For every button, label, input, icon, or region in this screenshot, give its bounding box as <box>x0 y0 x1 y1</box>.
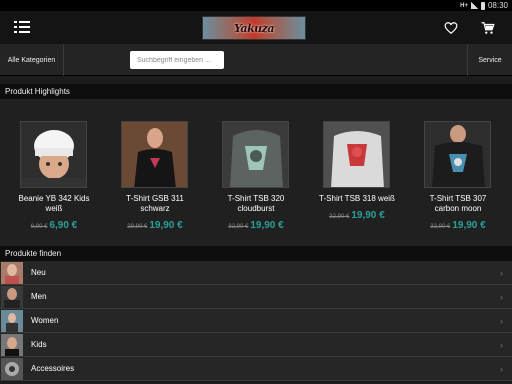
product-card[interactable]: Beanie YB 342 Kids weiß 9,90 €6,90 € <box>13 121 105 233</box>
product-name: T-Shirt TSB 307 carbon moon <box>429 194 487 213</box>
chevron-right-icon: › <box>500 364 503 374</box>
finder-header: Produkte finden <box>0 246 512 262</box>
category-label: Women <box>31 316 59 325</box>
sale-price: 19,90 € <box>149 220 183 231</box>
cart-icon[interactable] <box>481 21 495 35</box>
product-image <box>222 121 289 188</box>
chevron-right-icon: › <box>500 316 503 326</box>
old-price: 29,90 € <box>127 224 148 230</box>
chevron-right-icon: › <box>500 292 503 302</box>
status-time: 08:30 <box>487 1 508 10</box>
category-item-women[interactable]: Women › <box>0 309 512 333</box>
product-card[interactable]: T-Shirt GSB 311 schwarz 29,90 €19,90 € <box>114 121 206 233</box>
product-name: Beanie YB 342 Kids weiß <box>18 194 90 213</box>
menu-icon[interactable] <box>14 21 30 35</box>
category-select-button[interactable]: Alle Kategorien <box>0 44 64 76</box>
category-accessoires-thumbnail <box>1 358 23 380</box>
product-price: 32,90 €19,90 € <box>215 215 297 233</box>
product-card[interactable]: T-Shirt TSB 320 cloudburst 32,90 €19,90 … <box>215 121 307 233</box>
product-price: 9,90 €6,90 € <box>13 215 95 233</box>
signal-icon <box>470 2 478 9</box>
category-label: Kids <box>31 340 47 349</box>
service-button[interactable]: Service <box>467 44 512 76</box>
sale-price: 19,90 € <box>452 220 486 231</box>
top-bar: Yakuza <box>0 11 512 44</box>
product-price: 32,90 €19,90 € <box>316 205 398 223</box>
product-highlights: Beanie YB 342 Kids weiß 9,90 €6,90 € T-S… <box>0 99 512 247</box>
sale-price: 19,90 € <box>250 220 284 231</box>
status-bar: H+ 08:30 <box>0 0 512 11</box>
search-bar: Alle Kategorien Service <box>0 44 512 76</box>
category-women-thumbnail <box>1 310 23 332</box>
old-price: 32,90 € <box>329 214 350 220</box>
old-price: 32,90 € <box>228 224 249 230</box>
product-name: T-Shirt GSB 311 schwarz <box>126 194 184 213</box>
category-item-neu[interactable]: Neu › <box>0 261 512 285</box>
product-image <box>424 121 491 188</box>
battery-icon <box>480 1 485 10</box>
network-type: H+ <box>460 2 468 9</box>
old-price: 32,90 € <box>430 224 451 230</box>
product-name: T-Shirt TSB 318 weiß <box>319 194 395 203</box>
category-item-kids[interactable]: Kids › <box>0 333 512 357</box>
category-neu-thumbnail <box>1 262 23 284</box>
product-image <box>323 121 390 188</box>
category-item-accessoires[interactable]: Accessoires › <box>0 357 512 381</box>
category-label: Accessoires <box>31 364 75 373</box>
category-item-men[interactable]: Men › <box>0 285 512 309</box>
highlights-header: Produkt Highlights <box>0 84 512 100</box>
sale-price: 19,90 € <box>351 210 385 221</box>
product-image <box>20 121 87 188</box>
sale-price: 6,90 € <box>49 220 78 231</box>
product-name: T-Shirt TSB 320 cloudburst <box>227 194 285 213</box>
logo-text: Yakuza <box>233 21 275 35</box>
category-label: Neu <box>31 268 46 277</box>
product-card[interactable]: T-Shirt TSB 318 weiß 32,90 €19,90 € <box>316 121 408 223</box>
brand-logo[interactable]: Yakuza <box>202 16 306 40</box>
product-price: 29,90 €19,90 € <box>114 215 196 233</box>
category-list: Neu › Men › Women › Kids › Accessoires › <box>0 261 512 381</box>
product-card[interactable]: T-Shirt TSB 307 carbon moon 32,90 €19,90… <box>417 121 509 233</box>
search-input[interactable] <box>130 51 224 69</box>
old-price: 9,90 € <box>30 224 48 230</box>
product-image <box>121 121 188 188</box>
wishlist-heart-icon[interactable] <box>444 21 458 35</box>
product-price: 32,90 €19,90 € <box>417 215 499 233</box>
category-men-thumbnail <box>1 286 23 308</box>
category-label: Men <box>31 292 47 301</box>
category-kids-thumbnail <box>1 334 23 356</box>
chevron-right-icon: › <box>500 340 503 350</box>
chevron-right-icon: › <box>500 268 503 278</box>
